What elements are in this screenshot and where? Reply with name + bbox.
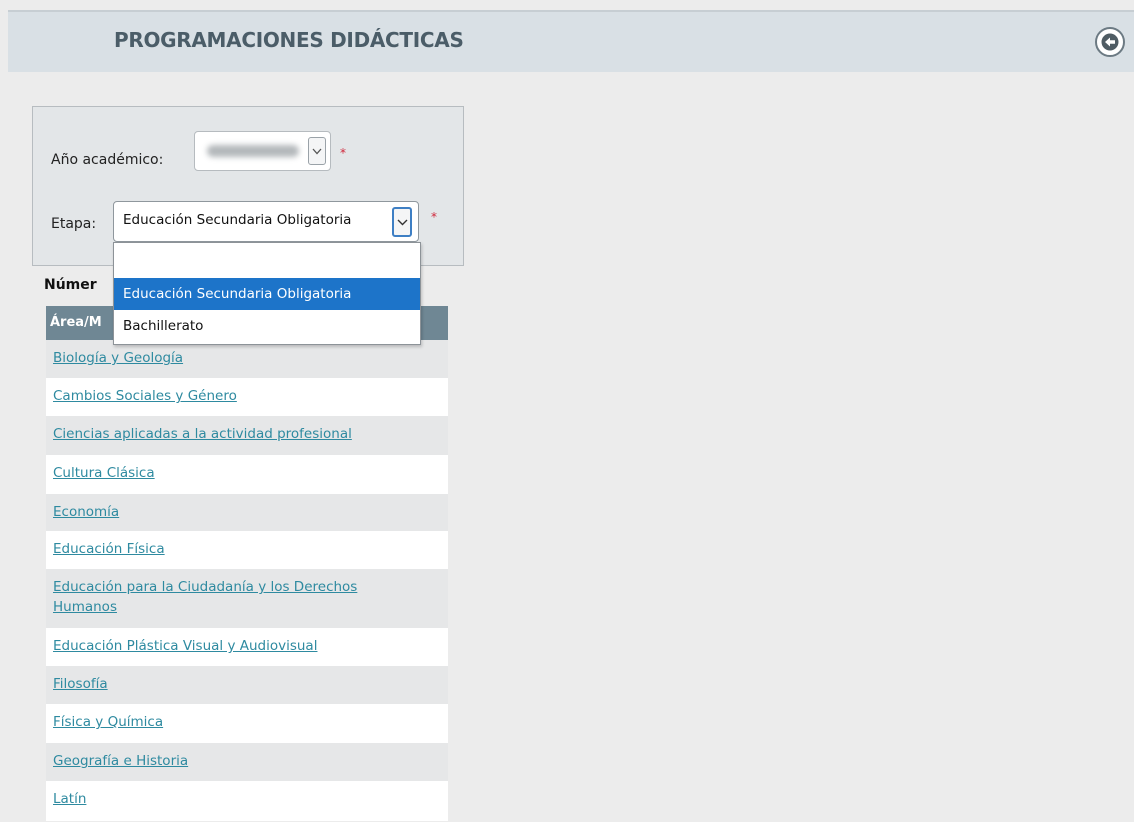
subjects-table: Área/M Biología y Geología Cambios Socia… — [46, 306, 448, 821]
stage-select[interactable]: Educación Secundaria Obligatoria — [113, 201, 419, 242]
count-label: Númer — [44, 277, 97, 293]
table-row: Cultura Clásica — [46, 455, 448, 494]
subject-link[interactable]: Educación Plástica Visual y Audiovisual — [53, 638, 317, 654]
page-header: PROGRAMACIONES DIDÁCTICAS — [8, 10, 1134, 72]
table-body: Biología y Geología Cambios Sociales y G… — [46, 340, 448, 821]
academic-year-select[interactable] — [194, 131, 331, 171]
table-row: Biología y Geología — [46, 340, 448, 378]
back-button[interactable] — [1095, 27, 1125, 57]
table-row: Economía — [46, 494, 448, 531]
table-row: Filosofía — [46, 666, 448, 704]
dropdown-option-empty[interactable] — [114, 243, 420, 275]
subject-link[interactable]: Ciencias aplicadas a la actividad profes… — [53, 426, 352, 442]
subject-link[interactable]: Cultura Clásica — [53, 465, 155, 481]
chevron-down-icon[interactable] — [392, 207, 412, 237]
academic-year-value-redacted — [207, 145, 299, 157]
stage-dropdown-list: Educación Secundaria Obligatoria Bachill… — [113, 242, 421, 345]
table-row: Latín — [46, 781, 448, 821]
subject-link[interactable]: Geografía e Historia — [53, 753, 188, 769]
table-row: Física y Química — [46, 704, 448, 743]
subject-link[interactable]: Economía — [53, 504, 119, 520]
required-marker: * — [431, 210, 437, 224]
subject-link[interactable]: Física y Química — [53, 714, 163, 730]
dropdown-option-eso[interactable]: Educación Secundaria Obligatoria — [114, 278, 420, 310]
table-row: Ciencias aplicadas a la actividad profes… — [46, 416, 448, 455]
stage-select-value: Educación Secundaria Obligatoria — [123, 212, 352, 228]
subject-link[interactable]: Cambios Sociales y Género — [53, 388, 237, 404]
table-row: Educación Física — [46, 531, 448, 569]
table-row: Educación Plástica Visual y Audiovisual — [46, 628, 448, 666]
dropdown-option-bachillerato[interactable]: Bachillerato — [114, 310, 420, 342]
table-row: Educación para la Ciudadanía y los Derec… — [46, 569, 448, 628]
academic-year-label: Año académico: — [51, 152, 164, 168]
arrow-left-circle-icon — [1101, 33, 1119, 51]
subject-link[interactable]: Educación para la Ciudadanía y los Derec… — [53, 577, 423, 617]
stage-label: Etapa: — [51, 216, 97, 232]
chevron-down-icon[interactable] — [308, 137, 326, 165]
subject-link[interactable]: Filosofía — [53, 676, 108, 692]
subject-link[interactable]: Educación Física — [53, 541, 165, 557]
required-marker: * — [340, 146, 346, 160]
subject-link[interactable]: Latín — [53, 791, 86, 807]
table-row: Cambios Sociales y Género — [46, 378, 448, 416]
table-row: Geografía e Historia — [46, 743, 448, 781]
page-title: PROGRAMACIONES DIDÁCTICAS — [114, 28, 464, 52]
subject-link[interactable]: Biología y Geología — [53, 350, 183, 366]
